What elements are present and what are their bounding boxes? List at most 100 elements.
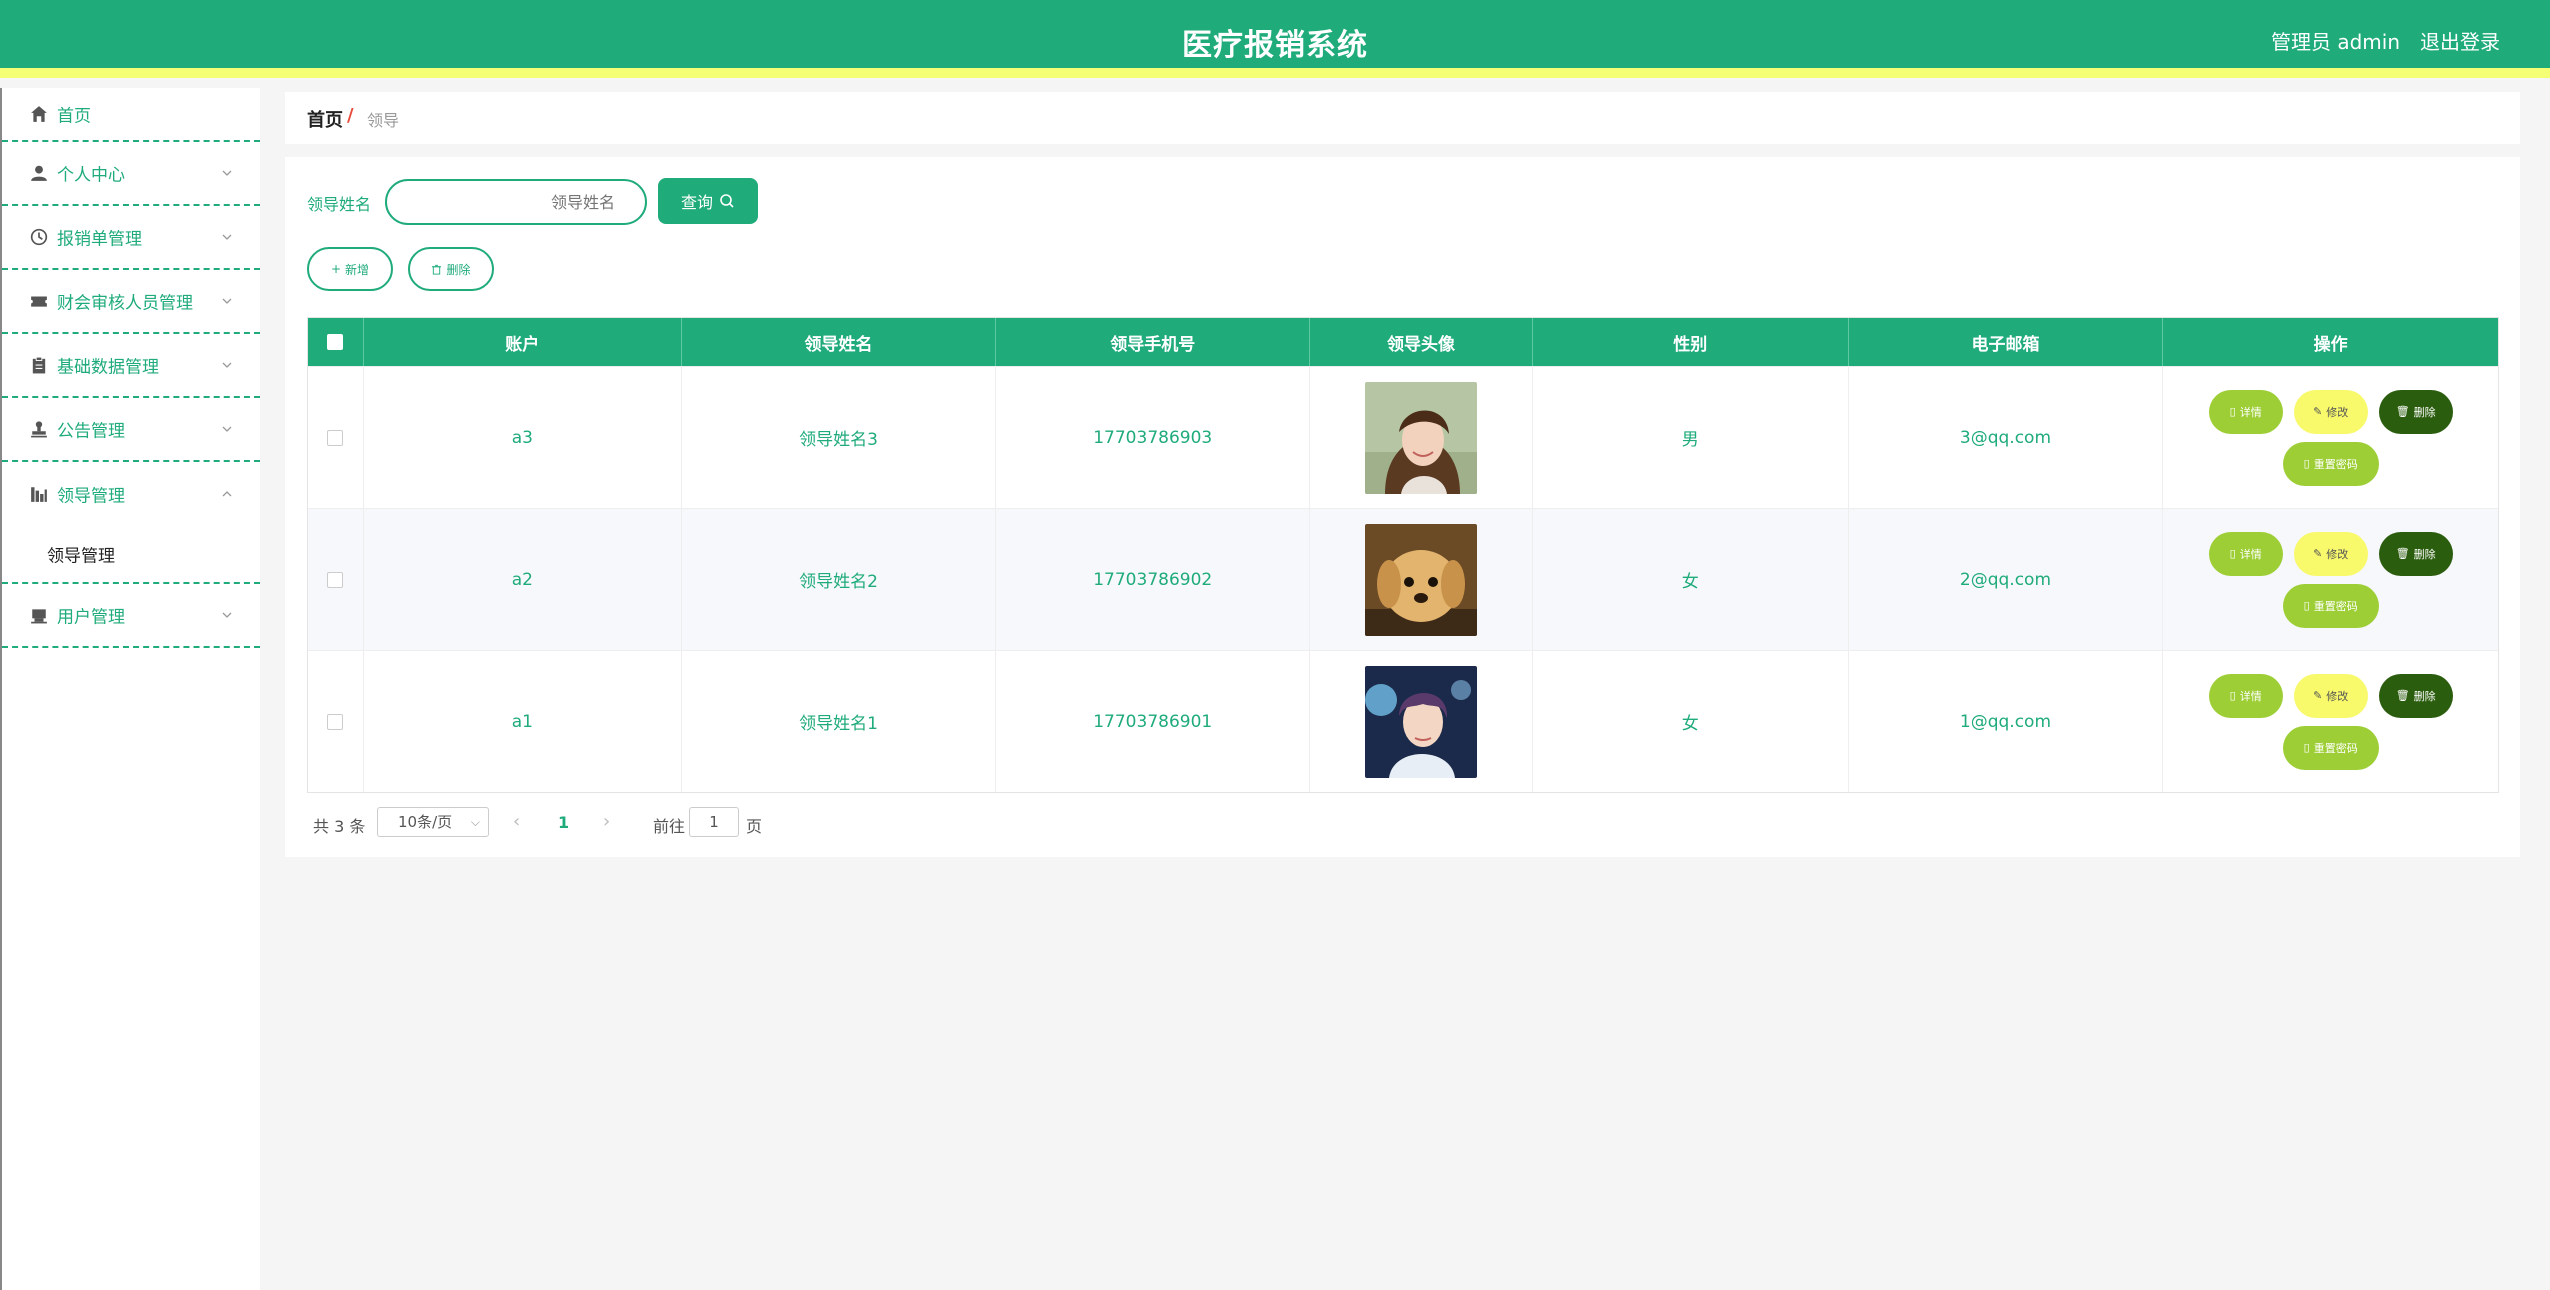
breadcrumb: 首页 / 领导 <box>285 92 2520 144</box>
detail-icon: ▯ <box>2229 547 2236 560</box>
row-checkbox[interactable] <box>327 429 344 446</box>
avatar-puppy[interactable] <box>1364 523 1477 636</box>
page-size-select[interactable]: 10条/页 ⌵ <box>377 807 489 837</box>
chevron-down-icon <box>222 234 232 240</box>
total-count: 共 3 条 <box>313 817 366 836</box>
phone-cell: 17703786901 <box>996 651 1311 792</box>
sidebar-item-label: 报销单管理 <box>57 229 142 250</box>
breadcrumb-separator: / <box>347 105 354 126</box>
sidebar-item-auditors[interactable]: 财会审核人员管理 <box>2 270 260 334</box>
pencil-icon: ✎ <box>2313 547 2323 560</box>
leader-name-search-input[interactable] <box>385 179 647 225</box>
email-cell: 1@qq.com <box>1849 651 2164 792</box>
reset-icon: ▯ <box>2303 599 2310 612</box>
chevron-down-icon <box>222 612 232 618</box>
leaders-table: 账户 领导姓名 领导手机号 领导头像 性别 电子邮箱 操作 a3 领导姓名3 1… <box>307 317 2499 793</box>
search-button[interactable]: 查询 <box>658 178 758 224</box>
sidebar-item-label: 用户管理 <box>57 607 125 628</box>
chevron-down-icon <box>222 170 232 176</box>
goto-page-input[interactable] <box>689 807 739 837</box>
clock-icon <box>30 228 48 246</box>
search-button-label: 查询 <box>680 193 713 212</box>
chart-icon <box>31 487 47 502</box>
avatar-cell <box>1310 509 1533 650</box>
reset-password-button[interactable]: ▯ 重置密码 <box>2282 725 2379 770</box>
sidebar-subitem-leader-management[interactable]: 领导管理 <box>2 526 260 584</box>
sidebar-item-users[interactable]: 用户管理 <box>2 584 260 648</box>
table-row: a3 领导姓名3 17703786903 男 3@qq.com ▯ 详情 ✎ 修… <box>308 366 2498 508</box>
gender-cell: 女 <box>1533 651 1849 792</box>
current-user: 管理员 admin <box>2270 30 2400 54</box>
reset-icon: ▯ <box>2303 741 2310 754</box>
detail-button[interactable]: ▯ 详情 <box>2208 389 2283 434</box>
column-header[interactable]: 账户 <box>364 318 682 366</box>
clipboard-icon <box>32 356 46 374</box>
account-cell: a1 <box>364 651 682 792</box>
delete-button[interactable]: 🗑 删除 <box>2378 531 2453 576</box>
column-header[interactable]: 性别 <box>1533 318 1849 366</box>
sidebar-item-reimbursement[interactable]: 报销单管理 <box>2 206 260 270</box>
column-header[interactable]: 电子邮箱 <box>1849 318 2164 366</box>
detail-label: 详情 <box>2239 405 2262 419</box>
sidebar-item-personal-center[interactable]: 个人中心 <box>2 142 260 206</box>
delete-button[interactable]: 🗑 删除 <box>2378 673 2453 718</box>
detail-button[interactable]: ▯ 详情 <box>2208 673 2283 718</box>
delete-label: 删除 <box>2413 405 2436 419</box>
table-row: a1 领导姓名1 17703786901 女 1@qq.com ▯ 详情 ✎ 修… <box>308 650 2498 792</box>
select-all-checkbox[interactable] <box>327 334 344 350</box>
sidebar-item-home[interactable]: 首页 <box>2 88 260 142</box>
table-row: a2 领导姓名2 17703786902 女 2@qq.com ▯ 详情 ✎ 修… <box>308 508 2498 650</box>
avatar-woman-portrait[interactable] <box>1364 381 1477 494</box>
page-number[interactable]: 1 <box>558 813 569 832</box>
edit-button[interactable]: ✎ 修改 <box>2293 673 2368 718</box>
column-header[interactable]: 领导手机号 <box>996 318 1311 366</box>
row-select-cell <box>308 651 364 792</box>
phone-cell: 17703786903 <box>996 367 1311 508</box>
edit-button[interactable]: ✎ 修改 <box>2293 389 2368 434</box>
detail-label: 详情 <box>2239 547 2262 561</box>
logout-button[interactable]: 退出登录 <box>2420 26 2500 55</box>
stamp-icon <box>31 421 47 438</box>
next-page-button[interactable]: › <box>603 811 610 832</box>
page-unit-label: 页 <box>746 817 763 836</box>
edit-button[interactable]: ✎ 修改 <box>2293 531 2368 576</box>
pencil-icon: ✎ <box>2313 405 2323 418</box>
phone-cell: 17703786902 <box>996 509 1311 650</box>
reset-label: 重置密码 <box>2313 457 2358 471</box>
row-checkbox[interactable] <box>327 571 344 588</box>
breadcrumb-home[interactable]: 首页 <box>307 106 343 132</box>
chevron-down-icon <box>222 298 232 304</box>
trash-icon <box>432 264 442 275</box>
sidebar-item-label: 公告管理 <box>57 421 125 442</box>
column-header[interactable]: 领导姓名 <box>682 318 997 366</box>
trash-icon: 🗑 <box>2395 547 2410 560</box>
sidebar-item-leaders[interactable]: 领导管理 <box>2 462 260 526</box>
plus-icon: + <box>330 262 342 276</box>
delete-label: 删除 <box>2413 689 2436 703</box>
sidebar-item-announcements[interactable]: 公告管理 <box>2 398 260 462</box>
ops-cell: ▯ 详情 ✎ 修改 🗑 删除 ▯ 重置密码 <box>2163 509 2498 650</box>
prev-page-button[interactable]: ‹ <box>513 811 520 832</box>
row-checkbox[interactable] <box>327 713 344 730</box>
reset-password-button[interactable]: ▯ 重置密码 <box>2282 583 2379 628</box>
top-header: 医疗报销系统 管理员 admin 退出登录 <box>0 0 2550 78</box>
edit-label: 修改 <box>2326 405 2349 419</box>
add-button[interactable]: + 新增 <box>307 247 393 291</box>
detail-button[interactable]: ▯ 详情 <box>2208 531 2283 576</box>
printer-icon <box>31 609 47 624</box>
search-icon <box>720 194 734 208</box>
email-cell: 3@qq.com <box>1849 367 2164 508</box>
ops-cell: ▯ 详情 ✎ 修改 🗑 删除 ▯ 重置密码 <box>2163 651 2498 792</box>
column-header[interactable]: 领导头像 <box>1310 318 1533 366</box>
avatar-man-portrait[interactable] <box>1364 665 1477 778</box>
trash-icon: 🗑 <box>2395 689 2410 702</box>
reset-password-button[interactable]: ▯ 重置密码 <box>2282 441 2379 486</box>
reset-label: 重置密码 <box>2313 741 2358 755</box>
gender-cell: 男 <box>1533 367 1849 508</box>
sidebar-item-base-data[interactable]: 基础数据管理 <box>2 334 260 398</box>
app-title: 医疗报销系统 <box>1182 28 1368 63</box>
email-cell: 2@qq.com <box>1849 509 2164 650</box>
batch-delete-button[interactable]: 删除 <box>408 247 494 291</box>
delete-button[interactable]: 🗑 删除 <box>2378 389 2453 434</box>
breadcrumb-current: 领导 <box>367 111 400 130</box>
